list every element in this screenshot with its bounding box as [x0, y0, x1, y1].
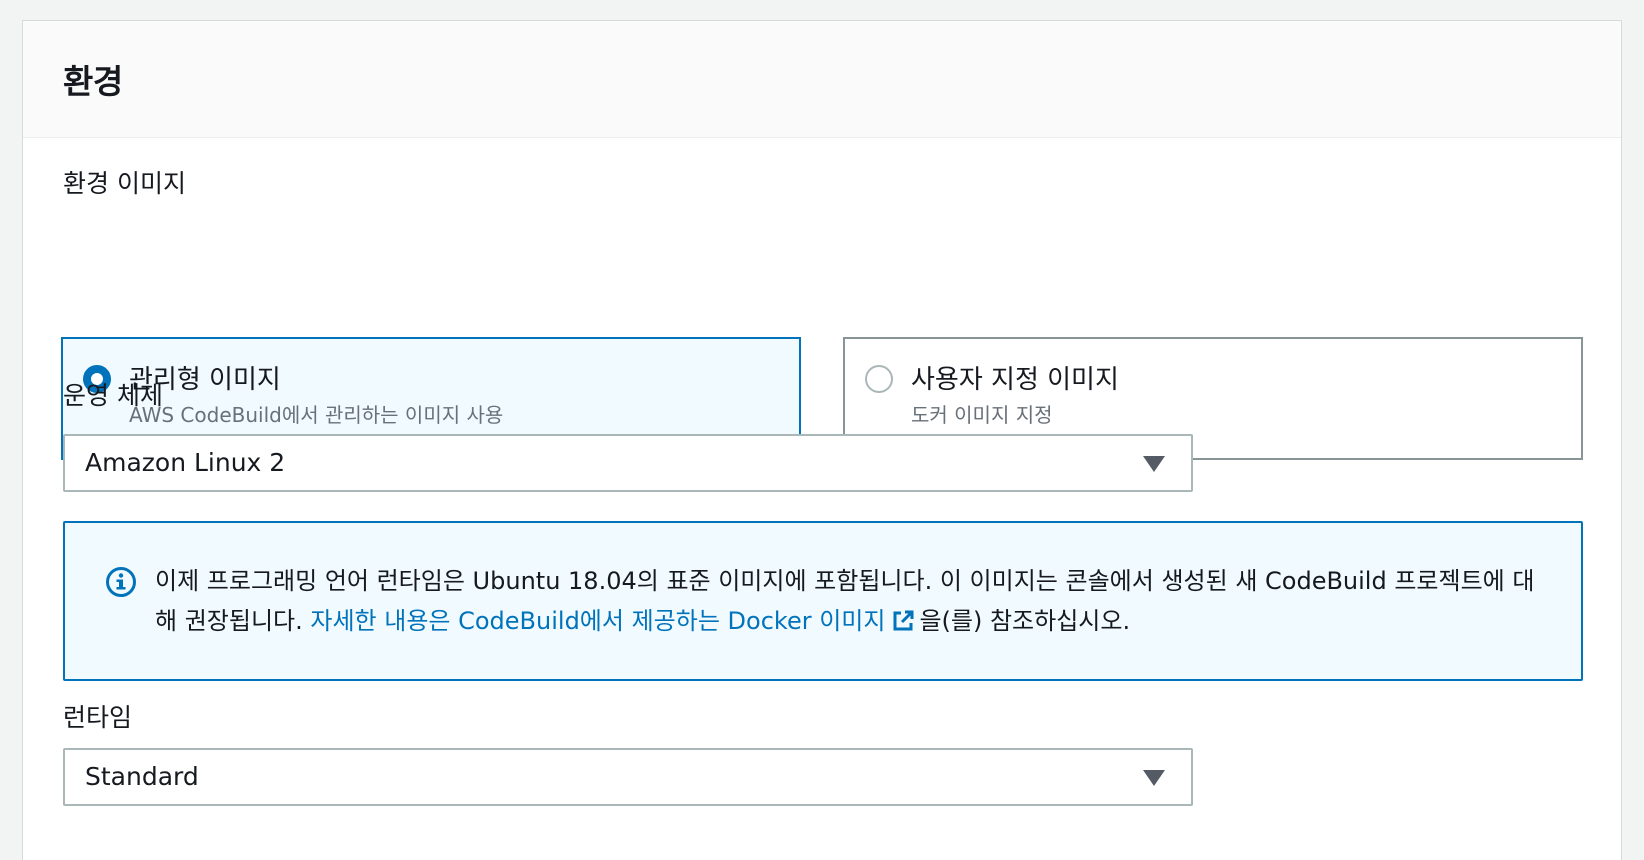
environment-image-label: 환경 이미지 [63, 169, 186, 198]
caret-down-icon [1143, 770, 1165, 786]
operating-system-value: Amazon Linux 2 [85, 448, 286, 477]
panel-header: 환경 [23, 21, 1621, 138]
custom-image-radio[interactable] [865, 365, 893, 393]
runtime-value: Standard [85, 762, 199, 791]
operating-system-label: 운영 체제 [63, 381, 163, 410]
external-link-icon[interactable] [891, 609, 915, 633]
docker-images-link-text[interactable]: 자세한 내용은 CodeBuild에서 제공하는 Docker 이미지 [310, 607, 885, 635]
operating-system-select[interactable]: Amazon Linux 2 [63, 434, 1193, 492]
managed-image-description: AWS CodeBuild에서 관리하는 이미지 사용 [129, 403, 504, 427]
docker-images-link[interactable]: 자세한 내용은 CodeBuild에서 제공하는 Docker 이미지 [310, 607, 919, 635]
caret-down-icon [1143, 456, 1165, 472]
runtime-select[interactable]: Standard [63, 748, 1193, 806]
custom-image-title: 사용자 지정 이미지 [911, 365, 1119, 395]
custom-image-description: 도커 이미지 지정 [911, 403, 1053, 427]
info-alert-text: 이제 프로그래밍 언어 런타임은 Ubuntu 18.04의 표준 이미지에 포… [155, 561, 1555, 641]
environment-panel: 환경 환경 이미지 관리형 이미지 AWS CodeBuild에서 관리하는 이… [22, 20, 1622, 860]
info-icon [106, 567, 136, 597]
panel-title: 환경 [63, 62, 123, 101]
info-alert: 이제 프로그래밍 언어 런타임은 Ubuntu 18.04의 표준 이미지에 포… [63, 521, 1583, 681]
runtime-label: 런타임 [63, 703, 133, 732]
info-alert-suffix: 을(를) 참조하십시오. [919, 607, 1131, 635]
